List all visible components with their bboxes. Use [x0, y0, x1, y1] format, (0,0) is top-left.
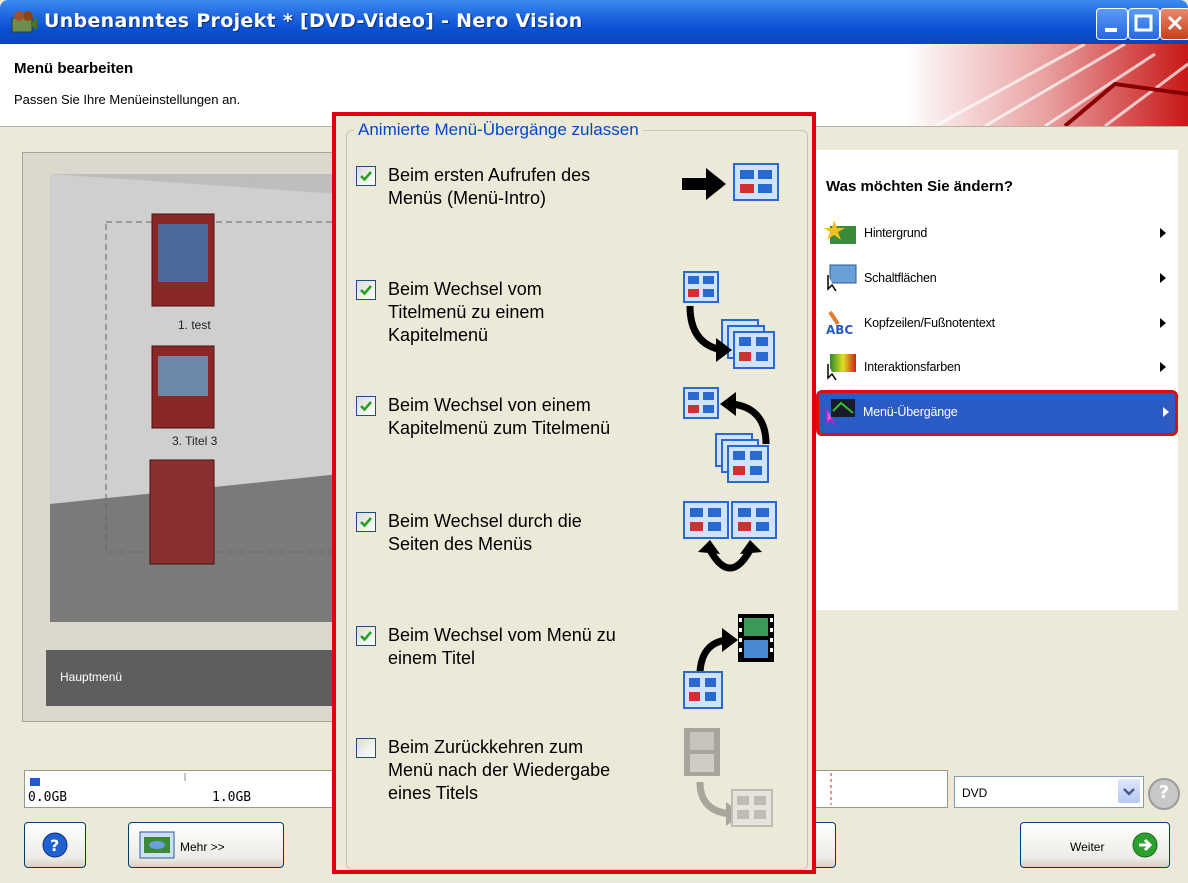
svg-text:ABC: ABC	[826, 323, 853, 336]
option-label-line: eines Titels	[388, 783, 479, 803]
close-button[interactable]	[1160, 8, 1188, 40]
transitions-icon	[826, 399, 855, 425]
option-label-line: einem Titel	[388, 648, 476, 668]
option-label-line: Beim Wechsel von einem	[388, 395, 591, 415]
option-label: Interaktionsfarben	[864, 360, 961, 374]
menu-preview-scene	[50, 174, 341, 622]
maximize-button[interactable]	[1128, 8, 1160, 40]
option-label-line: Beim Wechsel vom Menü zu	[388, 625, 616, 645]
option-label-line: Seiten des Menüs	[388, 534, 533, 554]
disc-type-value: DVD	[962, 786, 988, 800]
checkbox-return-after-title[interactable]	[356, 738, 376, 758]
option-label: Kopfzeilen/Fußnotentext	[864, 316, 995, 330]
checkmark-icon	[360, 401, 372, 412]
page-title: Menü bearbeiten	[14, 60, 134, 77]
next-arrow-icon	[1132, 832, 1158, 858]
checkmark-icon	[360, 631, 372, 642]
option-buttons[interactable]: Schaltflächen	[820, 261, 1172, 295]
text-icon: ABC	[826, 310, 853, 336]
checkbox-page-change[interactable]	[356, 512, 376, 532]
option-label: Menü-Übergänge	[863, 405, 958, 419]
option-header-footer-text[interactable]: ABC Kopfzeilen/Fußnotentext	[820, 306, 1172, 340]
checkbox-menu-intro[interactable]	[356, 166, 376, 186]
option-background[interactable]: Hintergrund	[820, 216, 1172, 250]
option-label-line: Kapitelmenü	[388, 325, 489, 345]
help-button[interactable]: ?	[24, 822, 86, 868]
return-after-title-transition-icon	[684, 728, 773, 827]
dropdown-button[interactable]	[1118, 779, 1140, 803]
next-button-label: Weiter	[1070, 840, 1105, 854]
title-to-chapter-transition-icon	[683, 271, 775, 369]
option-label-chapter-to-title[interactable]: Beim Wechsel von einem Kapitelmenü zum T…	[388, 394, 610, 440]
chapter-to-title-transition-icon	[683, 387, 770, 483]
option-label-return-after-title[interactable]: Beim Zurückkehren zum Menü nach der Wied…	[388, 736, 610, 805]
option-label-line: Menüs (Menü-Intro)	[388, 188, 547, 208]
page-change-transition-icon	[683, 501, 777, 572]
submenu-arrow-icon	[1163, 407, 1169, 417]
checkmark-icon	[360, 517, 372, 528]
window-title: Unbenanntes Projekt * [DVD-Video] - Nero…	[44, 10, 583, 32]
nero-app-icon	[11, 11, 37, 33]
menu-to-title-transition-icon	[683, 614, 774, 709]
option-interaction-colors[interactable]: Interaktionsfarben	[820, 350, 1172, 384]
current-menu-label: Hauptmenü	[60, 670, 123, 684]
option-label-line: Titelmenü zu einem	[388, 302, 545, 322]
options-panel-title: Was möchten Sie ändern?	[826, 178, 1013, 195]
buttons-icon	[827, 264, 857, 291]
checkbox-chapter-to-title[interactable]	[356, 396, 376, 416]
option-label-line: Kapitelmenü zum Titelmenü	[388, 418, 611, 438]
more-button-label: Mehr >>	[180, 840, 225, 854]
background-icon	[824, 220, 856, 244]
palette-icon	[827, 354, 856, 380]
checkbox-menu-to-title[interactable]	[356, 626, 376, 646]
capacity-label: 0.0GB	[28, 790, 68, 805]
option-label-menu-intro[interactable]: Beim ersten Aufrufen des Menüs (Menü-Int…	[388, 164, 590, 210]
preview-item-label: 3. Titel 3	[172, 434, 218, 448]
checkmark-icon	[360, 285, 372, 296]
help-icon: ?	[42, 832, 68, 858]
option-label-line: Beim ersten Aufrufen des	[388, 165, 591, 185]
minimize-icon	[1105, 28, 1117, 32]
preview-item-label: 1. test	[178, 318, 211, 332]
disc-help-icon[interactable]: ?	[1148, 778, 1180, 810]
option-label-page-change[interactable]: Beim Wechsel durch die Seiten des Menüs	[388, 510, 582, 556]
option-label-line: Beim Wechsel durch die	[388, 511, 582, 531]
chevron-down-icon	[1123, 788, 1135, 796]
option-label-title-to-chapter[interactable]: Beim Wechsel vom Titelmenü zu einem Kapi…	[388, 278, 544, 347]
option-label-line: Beim Zurückkehren zum	[388, 737, 584, 757]
header-decoration	[905, 44, 1188, 126]
menu-intro-transition-icon	[682, 163, 779, 201]
maximize-icon	[1134, 14, 1153, 32]
menu-preview[interactable]	[50, 174, 341, 622]
close-icon	[1167, 15, 1183, 31]
page-subtitle: Passen Sie Ihre Menüeinstellungen an.	[14, 92, 241, 107]
checkbox-title-to-chapter[interactable]	[356, 280, 376, 300]
capacity-label: 1.0GB	[212, 790, 252, 805]
option-label: Hintergrund	[864, 226, 928, 240]
submenu-arrow-icon	[1160, 318, 1166, 328]
submenu-arrow-icon	[1160, 273, 1166, 283]
checkmark-icon	[360, 171, 372, 182]
minimize-button[interactable]	[1096, 8, 1128, 40]
option-label-menu-to-title[interactable]: Beim Wechsel vom Menü zu einem Titel	[388, 624, 616, 670]
capacity-fill	[30, 778, 40, 786]
group-title: Animierte Menü-Übergänge zulassen	[354, 120, 643, 140]
option-label-line: Menü nach der Wiedergabe	[388, 760, 611, 780]
more-options-icon	[139, 831, 175, 859]
option-label: Schaltflächen	[864, 271, 937, 285]
svg-text:?: ?	[50, 836, 59, 855]
submenu-arrow-icon	[1160, 228, 1166, 238]
option-menu-transitions[interactable]: Menü-Übergänge	[816, 390, 1178, 436]
option-label-line: Beim Wechsel vom	[388, 279, 542, 299]
submenu-arrow-icon	[1160, 362, 1166, 372]
